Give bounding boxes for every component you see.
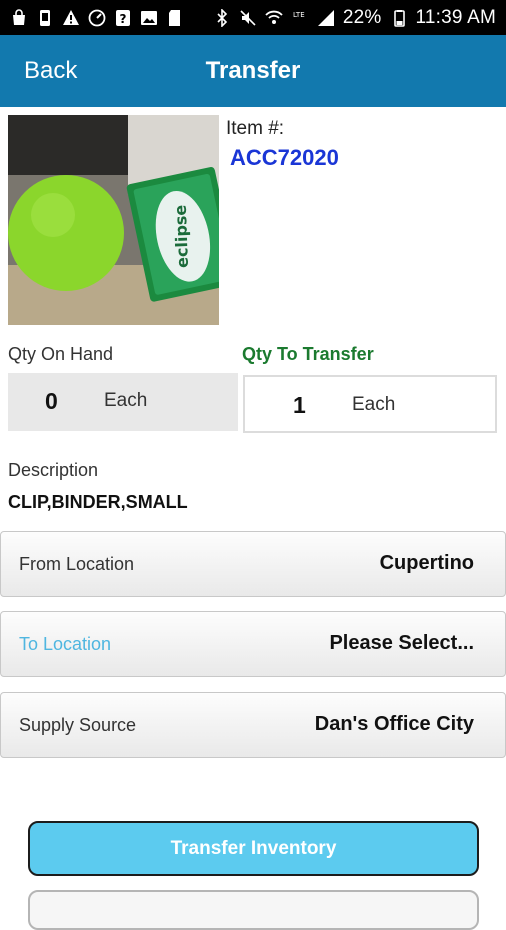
to-location-value: Please Select...: [329, 632, 474, 654]
phone-icon: [36, 9, 54, 27]
help-icon: ?: [114, 9, 132, 27]
bluetooth-icon: [213, 8, 231, 27]
item-number: ACC72020: [230, 145, 339, 170]
supply-source-row[interactable]: Supply Source Dan's Office City: [0, 692, 506, 758]
from-location-label: From Location: [19, 554, 135, 574]
qty-on-hand-unit: Each: [104, 390, 148, 411]
supply-source-label: Supply Source: [19, 715, 137, 735]
qty-to-transfer-label: Qty To Transfer: [242, 344, 374, 364]
sdcard-icon: [166, 9, 184, 27]
to-location-row[interactable]: To Location Please Select...: [0, 611, 506, 677]
description-label: Description: [8, 460, 99, 480]
qty-to-transfer-value: 1: [293, 392, 306, 418]
from-location-value: Cupertino: [379, 552, 474, 574]
battery-icon: [390, 9, 408, 27]
nav-bar: Back Transfer: [0, 35, 506, 107]
svg-text:LTE: LTE: [293, 11, 305, 19]
status-bar-right: LTE 22% 11:39 AM: [213, 7, 496, 29]
from-location-row[interactable]: From Location Cupertino: [0, 531, 506, 597]
status-bar: ? LTE 22% 11:39 AM: [0, 0, 506, 35]
qty-on-hand-value: 0: [45, 388, 58, 414]
svg-text:?: ?: [120, 12, 127, 26]
qty-to-transfer-input[interactable]: 1 Each: [243, 375, 497, 433]
signal-icon: [317, 9, 335, 27]
status-bar-left: ?: [10, 8, 184, 27]
status-time: 11:39 AM: [415, 6, 496, 28]
back-button[interactable]: Back: [24, 57, 77, 85]
battery-percent: 22%: [342, 6, 382, 28]
description-value: CLIP,BINDER,SMALL: [8, 492, 188, 512]
mute-icon: [239, 9, 257, 27]
qty-to-transfer-unit: Each: [352, 394, 396, 415]
bag-icon: [10, 8, 28, 27]
wifi-icon: [265, 9, 283, 27]
speedometer-icon: [88, 9, 106, 27]
qty-on-hand-box: 0 Each: [8, 373, 238, 431]
image-icon: [140, 9, 158, 27]
item-photo: eclipse: [8, 115, 219, 325]
qty-on-hand-label: Qty On Hand: [8, 344, 114, 364]
supply-source-value: Dan's Office City: [314, 713, 474, 735]
secondary-button[interactable]: [28, 890, 479, 930]
to-location-label: To Location: [19, 634, 112, 654]
lte-icon: LTE: [291, 9, 309, 27]
photo-box-text: eclipse: [171, 204, 192, 268]
item-number-label: Item #:: [226, 118, 285, 139]
transfer-inventory-button[interactable]: Transfer Inventory: [28, 821, 479, 876]
warning-icon: [62, 9, 80, 27]
